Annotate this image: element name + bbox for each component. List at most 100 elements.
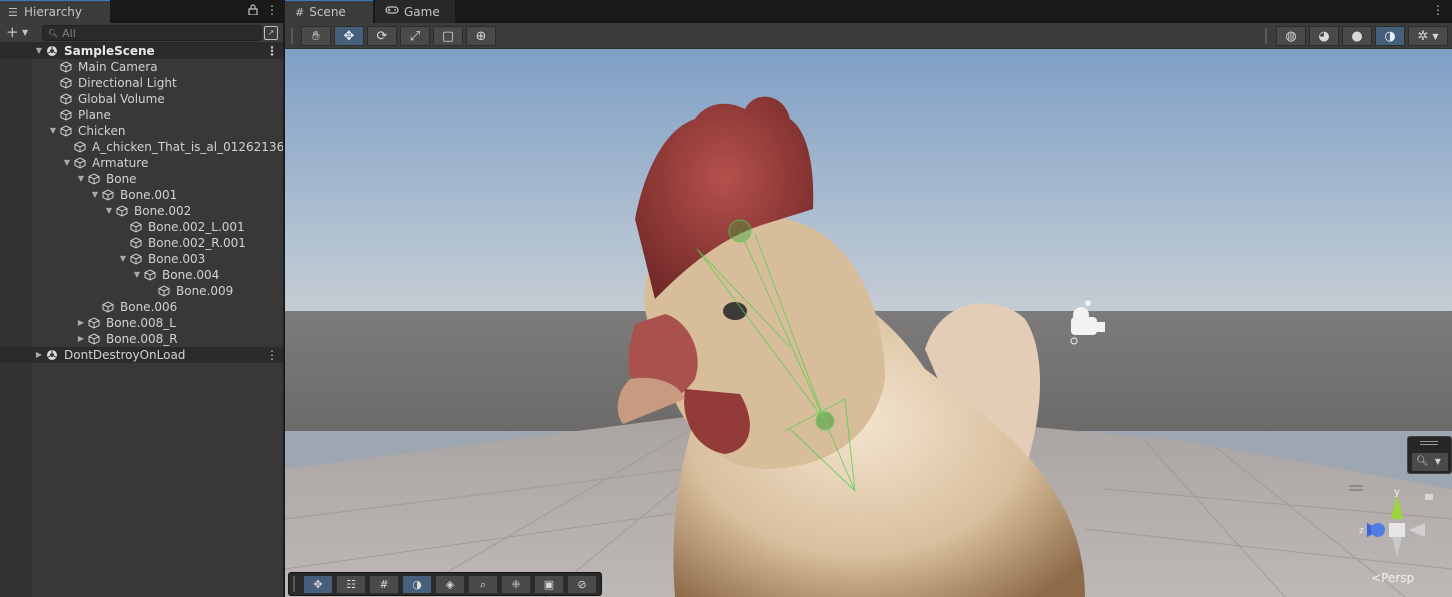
lock-icon[interactable]: [248, 4, 258, 18]
toolbar-grip[interactable]: [291, 28, 293, 44]
pivot-icon: ⁜: [511, 578, 521, 591]
hierarchy-row[interactable]: Plane: [0, 107, 283, 123]
expand-arrow-icon[interactable]: ▼: [48, 123, 58, 139]
gameobject-cube-icon: [144, 269, 156, 281]
hierarchy-scene-row[interactable]: ▶ DontDestroyOnLoad ⋮: [0, 347, 283, 363]
collapse-arrow-icon[interactable]: ▶: [76, 315, 86, 331]
hierarchy-row[interactable]: Directional Light: [0, 75, 283, 91]
hierarchy-row[interactable]: Bone.006: [0, 299, 283, 315]
gameobject-cube-icon: [60, 77, 72, 89]
hierarchy-row[interactable]: Global Volume: [0, 91, 283, 107]
overlay-draw-mode[interactable]: ◑: [402, 575, 432, 594]
hierarchy-tabbar: ☰ Hierarchy ⋮: [0, 0, 283, 23]
rotate-icon: ⟳: [376, 28, 388, 44]
gameobject-cube-icon: [130, 237, 142, 249]
expand-arrow-icon[interactable]: ▼: [76, 171, 86, 187]
gizmo-z-label: z: [1359, 526, 1364, 536]
tab-scene-label: Scene: [309, 5, 346, 19]
tab-scene[interactable]: # Scene: [285, 0, 373, 23]
scene-search-dropdown[interactable]: 🔍︎ ▼: [1412, 453, 1448, 471]
overlay-navigate[interactable]: ⊘: [567, 575, 597, 594]
wireframe-mode[interactable]: ◍: [1276, 26, 1306, 46]
overlay-search[interactable]: ⌕: [468, 575, 498, 594]
overlay-settings[interactable]: ☷: [336, 575, 366, 594]
move-tool[interactable]: ✥: [334, 26, 364, 46]
search-icon: 🔍︎: [1416, 456, 1429, 467]
hand-tool[interactable]: ✋︎: [301, 26, 331, 46]
hierarchy-row[interactable]: ▼ Bone: [0, 171, 283, 187]
hierarchy-row[interactable]: ▼ Bone.001: [0, 187, 283, 203]
tab-game[interactable]: Game: [375, 0, 455, 23]
scene-render: y z: [285, 49, 1452, 597]
scene-viewport[interactable]: y z: [285, 49, 1452, 597]
hierarchy-row[interactable]: ▶ Bone.008_R: [0, 331, 283, 347]
gameobject-cube-icon: [88, 317, 100, 329]
expand-arrow-icon[interactable]: ▼: [132, 267, 142, 283]
more-options-icon[interactable]: ⋮: [266, 43, 278, 59]
search-options-icon[interactable]: ↗: [264, 26, 278, 40]
gameobject-cube-icon: [102, 301, 114, 313]
hierarchy-search-input[interactable]: 🔍︎ All: [42, 25, 262, 41]
expand-arrow-icon[interactable]: ▼: [118, 251, 128, 267]
gizmos-dropdown[interactable]: ✲ ▼: [1408, 26, 1448, 46]
hierarchy-row[interactable]: A_chicken_That_is_al_0126213608: [0, 139, 283, 155]
hierarchy-row[interactable]: Bone.002_R.001: [0, 235, 283, 251]
shaded-wireframe-mode[interactable]: ◕: [1309, 26, 1339, 46]
overlay-layers[interactable]: ◈: [435, 575, 465, 594]
lock-icon[interactable]: [1425, 494, 1433, 500]
more-options-icon[interactable]: ⋮: [266, 3, 278, 17]
transform-tool[interactable]: ⊕: [466, 26, 496, 46]
search-placeholder: All: [62, 26, 76, 40]
add-object-button[interactable]: +: [6, 24, 19, 41]
hierarchy-row-label: Bone.008_R: [106, 332, 178, 346]
hierarchy-row[interactable]: ▶ Bone.008_L: [0, 315, 283, 331]
overlay-move[interactable]: ✥: [303, 575, 333, 594]
rect-tool[interactable]: ▢: [433, 26, 463, 46]
hierarchy-row[interactable]: ▼ Bone.003: [0, 251, 283, 267]
hierarchy-row-label: Bone.009: [176, 284, 234, 298]
unity-scene-icon: [47, 350, 57, 360]
chevron-down-icon[interactable]: ▼: [22, 28, 28, 37]
overlay-grid[interactable]: #: [369, 575, 399, 594]
expand-arrow-icon[interactable]: ▼: [90, 187, 100, 203]
more-options-icon[interactable]: ⋮: [266, 347, 278, 363]
hierarchy-row-label: Bone.002_R.001: [148, 236, 246, 250]
unlit-mode[interactable]: ●: [1342, 26, 1372, 46]
drag-handle-icon[interactable]: [1420, 441, 1438, 445]
gamepad-icon: [385, 5, 399, 18]
hierarchy-row-label: Bone.004: [162, 268, 220, 282]
hierarchy-row[interactable]: ▼ Bone.002: [0, 203, 283, 219]
more-options-icon[interactable]: ⋮: [1432, 3, 1444, 17]
collapse-arrow-icon[interactable]: ▶: [34, 347, 44, 363]
toolbar-grip[interactable]: [1265, 28, 1267, 44]
persp-toggle[interactable]: <Persp: [1371, 571, 1414, 585]
gameobject-cube-icon: [116, 205, 128, 217]
shaded-wireframe-icon: ◕: [1318, 28, 1330, 44]
hierarchy-row[interactable]: ▼ Chicken: [0, 123, 283, 139]
collapse-arrow-icon[interactable]: ▶: [76, 331, 86, 347]
overlay-camera[interactable]: ▣: [534, 575, 564, 594]
hierarchy-row[interactable]: Bone.002_L.001: [0, 219, 283, 235]
hierarchy-row[interactable]: ▼ Armature: [0, 155, 283, 171]
rotate-tool[interactable]: ⟳: [367, 26, 397, 46]
gameobject-cube-icon: [130, 253, 142, 265]
gameobject-cube-icon: [88, 173, 100, 185]
gameobject-cube-icon: [88, 333, 100, 345]
overlay-pivot[interactable]: ⁜: [501, 575, 531, 594]
gameobject-cube-icon: [74, 141, 86, 153]
scale-tool[interactable]: ⤢: [400, 26, 430, 46]
scene-search-overlay[interactable]: 🔍︎ ▼: [1407, 436, 1452, 474]
hierarchy-row[interactable]: Main Camera: [0, 59, 283, 75]
tab-hierarchy[interactable]: ☰ Hierarchy: [0, 0, 110, 23]
hierarchy-scene-row[interactable]: ▼ SampleScene ⋮: [0, 43, 283, 59]
expand-arrow-icon[interactable]: ▼: [34, 43, 44, 59]
hierarchy-row[interactable]: Bone.009: [0, 283, 283, 299]
hierarchy-row[interactable]: ▼ Bone.004: [0, 267, 283, 283]
expand-arrow-icon[interactable]: ▼: [104, 203, 114, 219]
toolbar-grip[interactable]: [293, 576, 295, 592]
camera-icon: ▣: [543, 578, 555, 591]
shaded-mode[interactable]: ◑: [1375, 26, 1405, 46]
move-icon: ✥: [313, 578, 323, 591]
expand-arrow-icon[interactable]: ▼: [62, 155, 72, 171]
hierarchy-toolbar: + ▼ 🔍︎ All ↗: [0, 23, 283, 43]
